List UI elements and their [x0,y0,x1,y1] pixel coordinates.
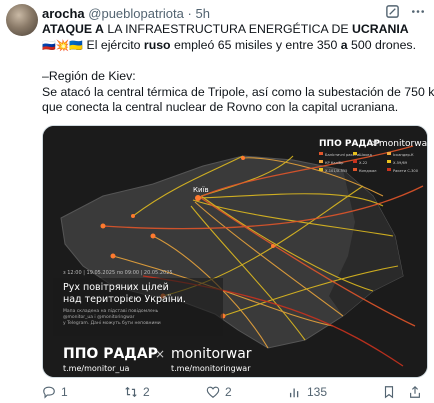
line2-text-e: 500 drones. [347,37,416,52]
region-line: –Región de Kiev: [42,69,136,83]
attack-map: ППО РАДАР × monitorwar Балістичні ракети… [43,126,427,377]
legend-label: Шахед [359,153,372,157]
detail-line-2: que conecta la central nuclear de Rovno … [42,100,399,114]
line2-text-a: El ejército [83,37,144,52]
caption-small-2: @monitor_ua і @monitoringwar [63,314,135,320]
separator-dot: · [187,6,192,21]
kyiv-label: Київ [193,186,209,194]
brand-bottom-2: monitorwar [171,346,252,362]
share-button[interactable] [408,385,422,399]
tweet-line-2: 🇷🇺💥🇺🇦 El ejército ruso empleó 65 misiles… [42,38,428,55]
detail-line-1: Se atacó la central térmica de Tripole, … [42,84,434,99]
grok-icon[interactable] [385,4,400,22]
legend-label: Х-59/69 [393,161,408,165]
brand-top-cross: × [371,139,379,149]
views-icon [289,388,299,398]
caption-line-1: Рух повітряних цілей [63,282,169,293]
brand-bottom-cross: × [155,347,165,361]
tweet-header: arocha @pueblopatriota · 5h [42,6,210,22]
tweet-image[interactable]: ППО РАДАР × monitorwar Балістичні ракети… [42,125,428,378]
line2-bold-a: a [340,37,348,52]
legend-label: Х-101/Х-555 [325,169,347,173]
brand-bottom: ППО РАДАР [63,346,158,362]
legend-label: Х-22 [359,161,367,165]
author-name[interactable]: arocha [42,6,85,21]
headline-bold-2: UCRANIA [351,22,409,36]
author-handle[interactable]: @pueblopatriota [88,6,184,21]
bookmark-icon [384,386,394,399]
tweet-time[interactable]: 5h [195,6,209,21]
flags-emoji: 🇷🇺💥🇺🇦 [42,39,84,52]
like-count: 2 [225,385,232,399]
headline-regular: LA INFRAESTRUCTURA ENERGÉTICA DE [103,22,352,36]
like-icon [206,386,220,398]
repost-icon [125,386,137,398]
repost-button[interactable]: 2 [124,385,150,399]
legend-swatch [387,160,391,163]
reply-icon [43,386,55,399]
repost-count: 2 [143,385,150,399]
legend-label: Кинджал [359,169,376,173]
legend-label: Іскандер-К [393,153,414,157]
legend-swatch [387,168,391,171]
legend-label: КР Калібр [325,161,344,165]
legend-label: Ракети С-300 [393,169,419,173]
legend-swatch [353,160,357,163]
legend-swatch [319,160,323,163]
line2-bold-ruso: ruso [143,37,171,52]
more-icon[interactable] [410,4,426,22]
legend-swatch [319,168,323,171]
avatar[interactable] [6,4,38,36]
views-button[interactable]: 135 [288,385,327,399]
caption-small-3: у Telegram. Дані можуть бути неповними [63,320,161,326]
legend-swatch [319,152,323,155]
reply-count: 1 [61,385,68,399]
brand-top-2: monitorwar [379,139,427,149]
tweet-actions: 1 2 2 135 [42,385,428,401]
link-monitoringwar: t.me/monitoringwar [171,364,251,373]
tweet-text: ATAQUE A LA INFRAESTRUCTURA ENERGÉTICA D… [42,22,434,116]
like-button[interactable]: 2 [206,385,232,399]
views-count: 135 [307,385,328,399]
line2-text-c: empleó 65 misiles y entre 350 [170,37,341,52]
map-dates: з 12:00 | 19.05.2025 по 09:00 | 20.05.20… [63,270,173,276]
tweet-top-actions [385,4,426,22]
tweet-line-1: ATAQUE A LA INFRAESTRUCTURA ENERGÉTICA D… [42,22,428,38]
share-icon [410,385,420,398]
headline-bold-1: ATAQUE A [42,22,104,36]
legend-swatch [387,152,391,155]
reply-button[interactable]: 1 [42,385,68,399]
bookmark-button[interactable] [382,385,396,399]
caption-line-2: над територією України. [63,294,186,305]
legend-swatch [353,168,357,171]
caption-small-1: Мапа складена на підставі повідомлень [63,308,159,314]
link-monitor-ua: t.me/monitor_ua [63,364,129,373]
legend-swatch [353,152,357,155]
